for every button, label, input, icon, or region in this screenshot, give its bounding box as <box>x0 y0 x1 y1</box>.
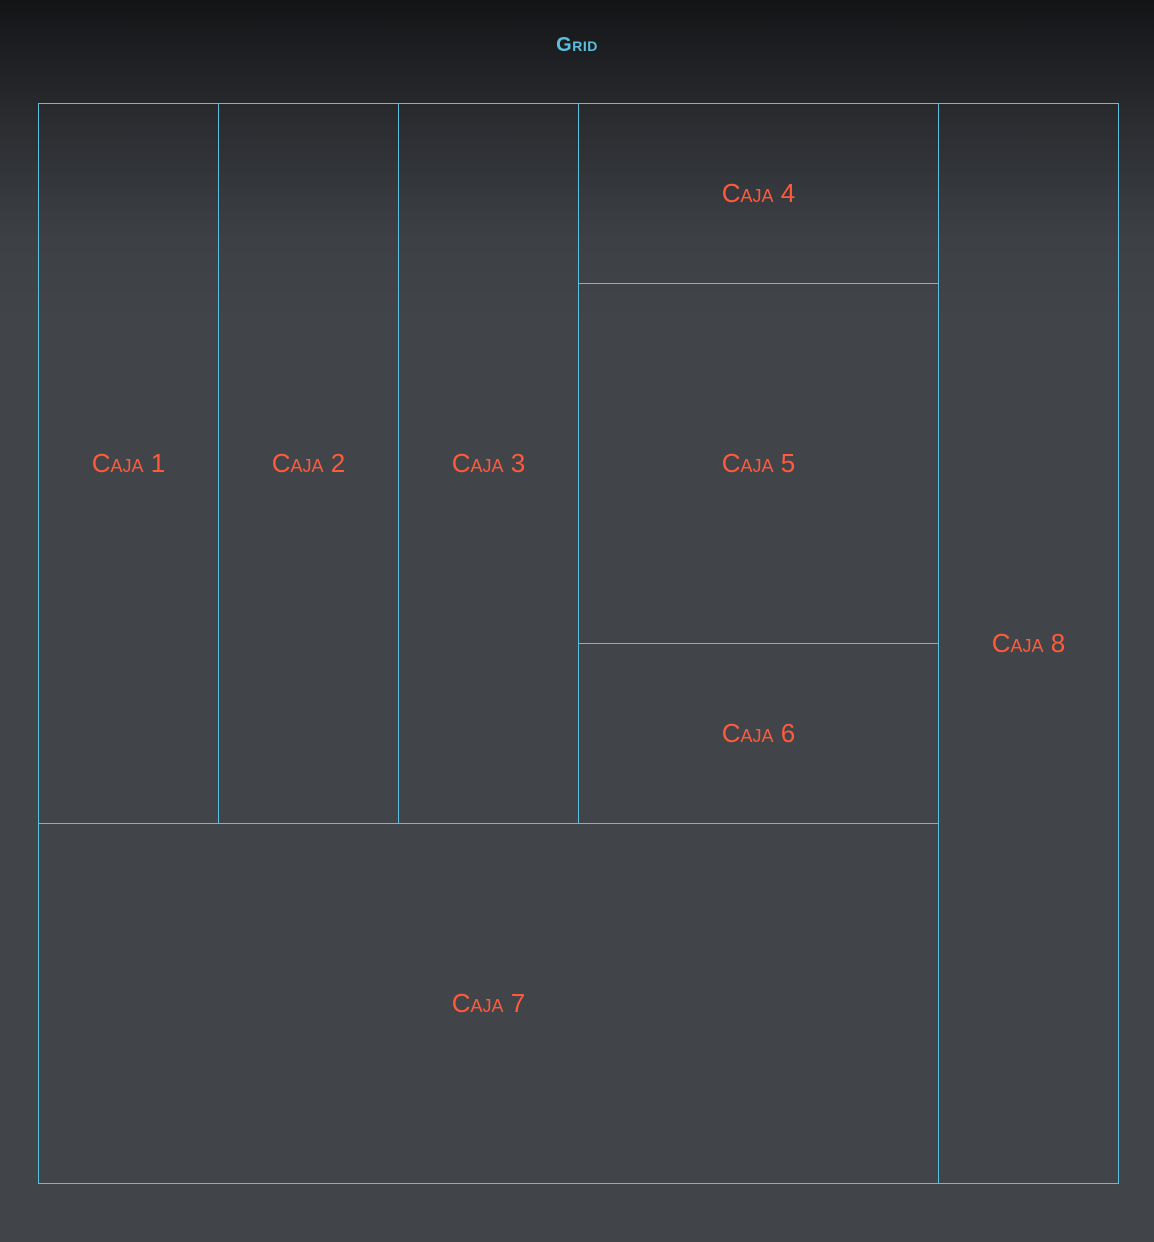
page-title: Grid <box>556 34 598 56</box>
grid-layout: Caja 1 Caja 2 Caja 3 Caja 4 Caja 5 Caja … <box>38 103 1119 1184</box>
grid-box-2-label: Caja 2 <box>271 448 346 478</box>
grid-box-4-label: Caja 4 <box>721 178 796 208</box>
grid-box-7: Caja 7 <box>38 823 939 1184</box>
grid-box-3: Caja 3 <box>398 103 579 824</box>
grid-box-1-label: Caja 1 <box>91 448 166 478</box>
grid-box-6: Caja 6 <box>578 643 939 824</box>
grid-box-5-label: Caja 5 <box>721 448 796 478</box>
grid-box-7-label: Caja 7 <box>451 988 526 1018</box>
grid-box-8-label: Caja 8 <box>991 628 1066 658</box>
grid-box-8: Caja 8 <box>938 103 1119 1184</box>
grid-box-3-label: Caja 3 <box>451 448 526 478</box>
grid-box-4: Caja 4 <box>578 103 939 284</box>
grid-box-2: Caja 2 <box>218 103 399 824</box>
grid-box-5: Caja 5 <box>578 283 939 644</box>
grid-box-6-label: Caja 6 <box>721 718 796 748</box>
grid-box-1: Caja 1 <box>38 103 219 824</box>
